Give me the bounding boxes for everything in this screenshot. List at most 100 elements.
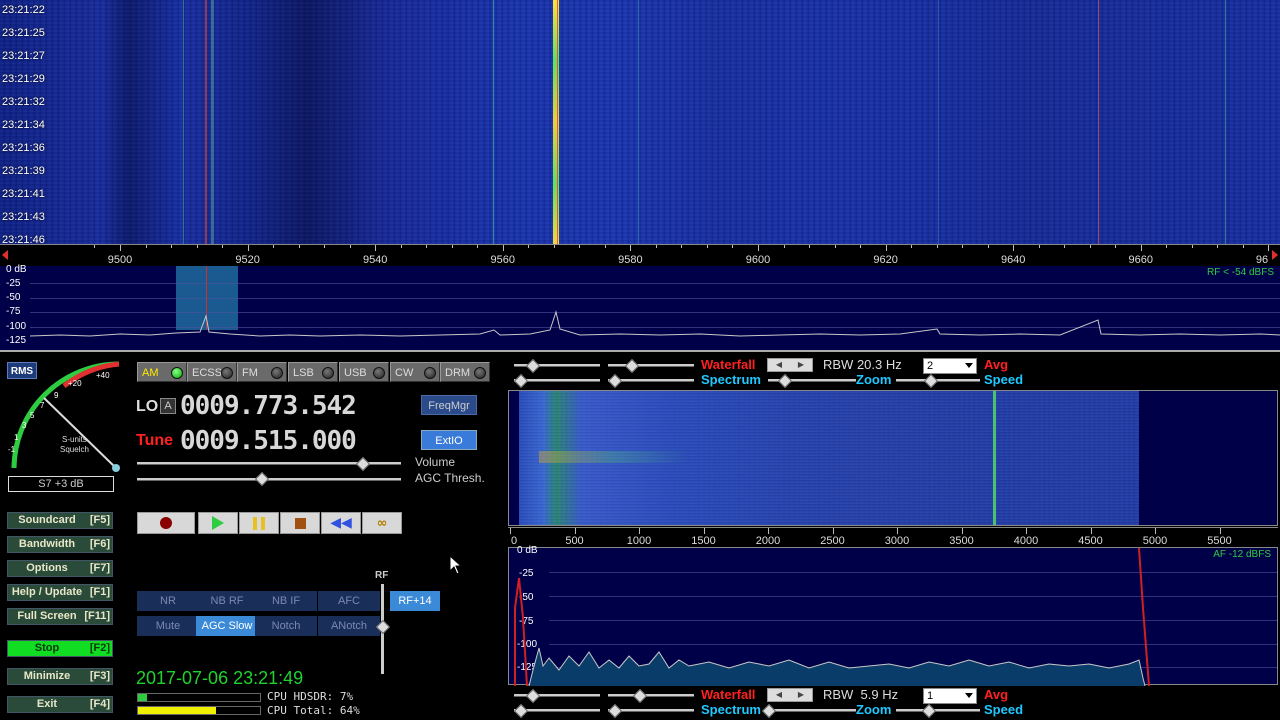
scale-tick [579, 245, 581, 248]
options-button[interactable]: Options [F7] [7, 560, 113, 577]
record-button[interactable] [137, 512, 195, 534]
scale-tick [1166, 245, 1168, 248]
af-waterfall[interactable] [508, 390, 1278, 526]
waterfall-carrier-line [553, 0, 559, 244]
avg-select[interactable]: 1 [923, 688, 977, 704]
mode-am-button[interactable]: AM [137, 362, 187, 382]
arrow-left-icon[interactable]: ◀ [768, 689, 790, 701]
waterfall-label: Waterfall [701, 687, 756, 702]
bandwidth-button[interactable]: Bandwidth [F6] [7, 536, 113, 553]
stop-playback-button[interactable] [280, 512, 320, 534]
rewind-button[interactable]: ◀◀ [321, 512, 361, 534]
rbw-stepper[interactable]: ◀ ▶ [767, 358, 813, 372]
help-update-button[interactable]: Help / Update [F1] [7, 584, 113, 601]
slider-thumb[interactable] [525, 358, 541, 374]
button-label: Bandwidth [18, 538, 76, 550]
mode-ecss-button[interactable]: ECSS [187, 362, 237, 382]
agc-threshold-thumb[interactable] [254, 471, 270, 487]
rms-button[interactable]: RMS [7, 362, 37, 379]
afc-button[interactable]: AFC [318, 591, 380, 611]
anotch-button[interactable]: ANotch [318, 616, 380, 636]
waterfall-brightness-slider[interactable] [608, 364, 694, 367]
slider-thumb[interactable] [513, 373, 529, 389]
slider-thumb[interactable] [777, 373, 793, 389]
waterfall-label: Waterfall [701, 357, 756, 372]
slider-thumb[interactable] [624, 358, 640, 374]
button-label: Soundcard [18, 514, 76, 526]
rf-slider-label: RF [375, 570, 389, 581]
waterfall-timestamp: 23:21:32 [2, 95, 45, 108]
rbw-stepper[interactable]: ◀ ▶ [767, 688, 813, 702]
slider-thumb[interactable] [525, 688, 541, 704]
stop-button[interactable]: Stop [F2] [7, 640, 113, 657]
lo-frequency[interactable]: 0009.773.542 [180, 392, 402, 420]
rf-spectrum[interactable]: 0 dB -25 -50 -75 -100 -125 RF < -54 dBFS [0, 264, 1280, 352]
mode-cw-button[interactable]: CW [390, 362, 440, 382]
mute-button[interactable]: Mute [137, 616, 199, 636]
slider-thumb[interactable] [923, 373, 939, 389]
scroll-right-icon[interactable] [1272, 250, 1278, 260]
avg-select[interactable]: 2 [923, 358, 977, 374]
exit-button[interactable]: Exit [F4] [7, 696, 113, 713]
scale-tick [298, 245, 300, 248]
nb-if-button[interactable]: NB IF [255, 591, 317, 611]
rbw-label: RBW 20.3 Hz [823, 357, 902, 372]
scale-tick [528, 245, 530, 248]
notch-button[interactable]: Notch [255, 616, 317, 636]
scale-label: 500 [565, 535, 584, 547]
mode-label: ECSS [192, 367, 222, 379]
scroll-left-icon[interactable] [2, 250, 8, 260]
full-screen-button[interactable]: Full Screen [F11] [7, 608, 113, 625]
mode-usb-button[interactable]: USB [339, 362, 389, 382]
af-frequency-scale[interactable]: 0 500 1000 1500 2000 2500 3000 3500 4000 4500 5000… [508, 527, 1278, 547]
speed-slider[interactable] [896, 709, 980, 712]
volume-slider-thumb[interactable] [355, 456, 371, 472]
nb-rf-button[interactable]: NB RF [196, 591, 258, 611]
nr-button[interactable]: NR [137, 591, 199, 611]
slider-thumb[interactable] [921, 703, 937, 719]
speed-label: Speed [984, 702, 1024, 717]
rf-gain-button[interactable]: RF+14 [390, 591, 440, 611]
slider-thumb[interactable] [607, 373, 623, 389]
shortcut-key: [F11] [84, 610, 110, 622]
mode-lsb-button[interactable]: LSB [288, 362, 338, 382]
loop-button[interactable]: ∞ [362, 512, 402, 534]
scale-tick [630, 245, 632, 251]
slider-thumb[interactable] [632, 688, 648, 704]
extio-button[interactable]: ExtIO [421, 430, 477, 450]
arrow-right-icon[interactable]: ▶ [790, 359, 812, 371]
arrow-right-icon[interactable]: ▶ [790, 689, 812, 701]
lo-lock-button[interactable]: A [160, 398, 176, 414]
cpu-hdsdr-bar [137, 693, 261, 702]
freqmgr-button[interactable]: FreqMgr [421, 395, 477, 415]
rf-waterfall[interactable]: 23:21:22 23:21:25 23:21:27 23:21:29 23:21:32… [0, 0, 1280, 269]
shortcut-key: [F4] [89, 698, 110, 710]
scale-tick [1026, 528, 1027, 534]
slider-thumb[interactable] [513, 703, 529, 719]
rf-frequency-scale[interactable]: 9500 9520 9540 9560 9580 9600 9620 9640 9660 96 [0, 244, 1280, 266]
shortcut-key: [F1] [89, 586, 110, 598]
minimize-button[interactable]: Minimize [F3] [7, 668, 113, 685]
mode-drm-button[interactable]: DRM [440, 362, 490, 382]
waterfall-brightness-slider[interactable] [608, 694, 694, 697]
play-button[interactable] [198, 512, 238, 534]
mode-led-icon [171, 367, 183, 379]
clock-readout: 2017-07-06 23:21:49 [136, 668, 304, 688]
scale-tick [1217, 245, 1219, 248]
slider-thumb[interactable] [761, 703, 777, 719]
svg-text:S-units: S-units [62, 435, 87, 444]
tune-frequency[interactable]: 0009.515.000 [180, 427, 402, 455]
button-label: Help / Update [11, 586, 83, 598]
zoom-slider[interactable] [768, 709, 856, 712]
scale-tick [426, 245, 428, 248]
arrow-left-icon[interactable]: ◀ [768, 359, 790, 371]
mode-fm-button[interactable]: FM [237, 362, 287, 382]
agc-slow-button[interactable]: AGC Slow [196, 616, 258, 636]
shortcut-key: [F2] [89, 642, 110, 654]
svg-text:9: 9 [54, 391, 59, 400]
slider-thumb[interactable] [607, 703, 623, 719]
soundcard-button[interactable]: Soundcard [F5] [7, 512, 113, 529]
pause-button[interactable] [239, 512, 279, 534]
waterfall-carrier-line [205, 0, 207, 244]
af-spectrum[interactable]: 0 dB -25 -50 -75 -100 -125 AF -12 dBFS [508, 545, 1278, 686]
